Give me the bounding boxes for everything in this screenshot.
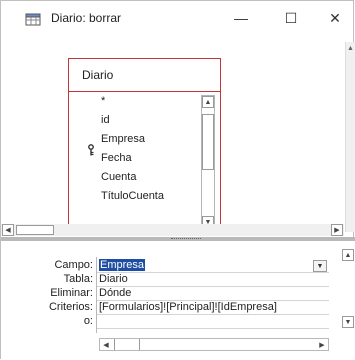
design-area-vertical-scrollbar[interactable]: ▲ — [345, 42, 355, 232]
scroll-down-icon[interactable]: ▼ — [342, 316, 354, 328]
row-label-tabla: Tabla: — [63, 273, 93, 285]
field-item-cuenta[interactable]: Cuenta — [101, 171, 136, 183]
grid-column: Empresa ▼ Diario Dónde [Formularios]![Pr… — [96, 257, 329, 333]
table-title-bar[interactable]: Diario — [69, 59, 220, 92]
field-item-all[interactable]: * — [101, 95, 105, 107]
field-item-empresa[interactable]: Empresa — [101, 133, 145, 145]
scroll-left-icon[interactable]: ◀ — [2, 224, 14, 236]
title-bar[interactable]: Diario: borrar — ☐ ✕ — [1, 1, 353, 34]
field-item-titulocuenta[interactable]: TítuloCuenta — [101, 190, 164, 202]
row-label-eliminar: Eliminar: — [50, 287, 93, 299]
field-item-fecha[interactable]: Fecha — [101, 152, 132, 164]
chevron-down-icon[interactable]: ▼ — [313, 260, 327, 272]
row-label-criterios: Criterios: — [48, 301, 93, 313]
row-label-campo: Campo: — [54, 259, 93, 271]
query-design-window: Diario: borrar — ☐ ✕ ▲ Diario * id Empre… — [0, 0, 355, 360]
minimize-button[interactable]: — — [219, 7, 263, 29]
row-label-o: o: — [83, 315, 93, 327]
field-item-id[interactable]: id — [101, 114, 110, 126]
cell-campo-value: Empresa — [99, 259, 146, 271]
scroll-thumb[interactable] — [114, 339, 140, 350]
table-field-list[interactable]: Diario * id Empresa Fecha Cuenta TítuloC… — [68, 58, 221, 236]
cell-eliminar[interactable]: Dónde — [97, 287, 329, 301]
field-list[interactable]: * id Empresa Fecha Cuenta TítuloCuenta — [73, 93, 201, 233]
scroll-right-icon[interactable]: ▶ — [331, 224, 343, 236]
grid-horizontal-scrollbar[interactable]: ◀ ▶ — [99, 338, 329, 351]
scroll-right-icon[interactable]: ▶ — [316, 339, 328, 350]
cell-o[interactable] — [97, 315, 329, 329]
cell-criterios[interactable]: [Formularios]![Principal]![IdEmpresa] — [97, 301, 329, 315]
grid-vertical-scrollbar[interactable]: ▲ ▼ — [342, 249, 354, 329]
table-name: Diario — [82, 68, 114, 82]
field-list-scrollbar[interactable]: ▲ ▼ — [201, 95, 215, 229]
maximize-button[interactable]: ☐ — [269, 7, 313, 29]
scroll-thumb[interactable] — [16, 225, 54, 235]
primary-key-icon — [88, 144, 94, 156]
scroll-up-icon[interactable]: ▲ — [342, 249, 354, 261]
cell-tabla[interactable]: Diario — [97, 273, 329, 287]
close-button[interactable]: ✕ — [313, 7, 355, 29]
cell-campo[interactable]: Empresa ▼ — [97, 259, 329, 273]
query-table-icon — [25, 13, 41, 26]
scroll-thumb[interactable] — [202, 114, 214, 170]
scroll-up-icon[interactable]: ▲ — [202, 96, 214, 108]
scroll-left-icon[interactable]: ◀ — [100, 339, 112, 350]
scroll-up-icon[interactable]: ▲ — [346, 42, 355, 54]
window-title: Diario: borrar — [51, 11, 122, 25]
design-area-horizontal-scrollbar[interactable]: ◀ ▶ — [1, 224, 344, 236]
